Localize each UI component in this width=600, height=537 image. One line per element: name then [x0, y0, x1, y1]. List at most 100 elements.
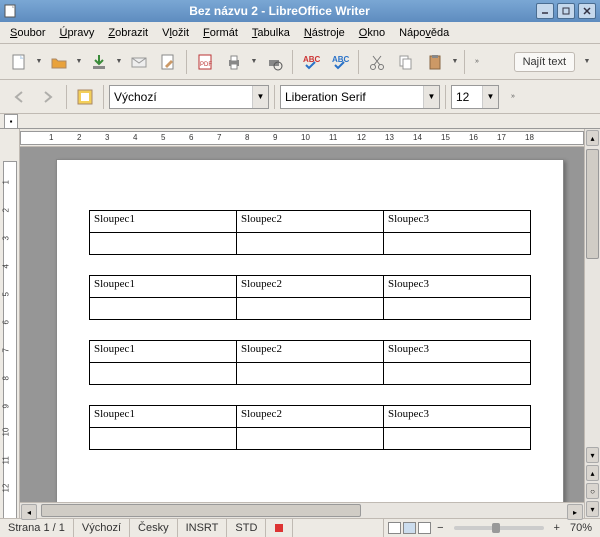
table-cell[interactable]: [384, 363, 531, 385]
styles-button[interactable]: [72, 84, 98, 110]
table-cell[interactable]: [237, 363, 384, 385]
page: Sloupec1Sloupec2Sloupec3Sloupec1Sloupec2…: [56, 159, 564, 502]
table-cell[interactable]: Sloupec1: [90, 341, 237, 363]
table-cell[interactable]: [90, 428, 237, 450]
table-cell[interactable]: Sloupec3: [384, 211, 531, 233]
table-cell[interactable]: Sloupec2: [237, 276, 384, 298]
zoom-out-button[interactable]: −: [435, 519, 445, 537]
horizontal-scrollbar[interactable]: ◂ ▸: [20, 502, 584, 518]
table-cell[interactable]: Sloupec2: [237, 211, 384, 233]
status-page[interactable]: Strana 1 / 1: [0, 519, 74, 537]
document-tab[interactable]: ▪: [4, 114, 18, 128]
status-language[interactable]: Česky: [130, 519, 178, 537]
toolbar-overflow[interactable]: »: [470, 58, 484, 65]
multi-page-icon[interactable]: [403, 522, 416, 534]
new-button[interactable]: [6, 49, 32, 75]
table-cell[interactable]: Sloupec1: [90, 406, 237, 428]
zoom-percent[interactable]: 70%: [562, 519, 600, 537]
table-cell[interactable]: Sloupec3: [384, 276, 531, 298]
scroll-up-button[interactable]: ▴: [586, 130, 599, 146]
paragraph-style-combo[interactable]: Výchozí ▼: [109, 85, 269, 109]
email-button[interactable]: [126, 49, 152, 75]
status-modified[interactable]: [266, 519, 293, 537]
table-cell[interactable]: [384, 233, 531, 255]
ruler-mark: 5: [2, 292, 11, 296]
menu-upravy[interactable]: Úpravy: [53, 25, 100, 41]
table-cell[interactable]: Sloupec3: [384, 406, 531, 428]
ruler-mark: 5: [161, 133, 165, 142]
table-cell[interactable]: [384, 298, 531, 320]
maximize-button[interactable]: [557, 3, 575, 19]
menu-zobrazit[interactable]: Zobrazit: [102, 25, 154, 41]
nav-back-button[interactable]: [6, 84, 32, 110]
single-page-icon[interactable]: [388, 522, 401, 534]
scroll-thumb[interactable]: [586, 149, 599, 259]
table-cell[interactable]: [90, 298, 237, 320]
menu-format[interactable]: Formát: [197, 25, 244, 41]
status-selection[interactable]: STD: [227, 519, 266, 537]
scroll-left-button[interactable]: ◂: [21, 504, 37, 520]
menu-vlozit[interactable]: Vložit: [156, 25, 195, 41]
zoom-slider[interactable]: [454, 526, 544, 530]
export-pdf-button[interactable]: PDF: [192, 49, 218, 75]
minimize-button[interactable]: [536, 3, 554, 19]
ruler-mark: 7: [2, 348, 11, 352]
table-cell[interactable]: Sloupec2: [237, 406, 384, 428]
table-cell[interactable]: [237, 428, 384, 450]
menu-soubor[interactable]: Soubor: [4, 25, 51, 41]
new-dropdown[interactable]: ▼: [35, 58, 43, 65]
autospell-button[interactable]: ABC: [327, 49, 353, 75]
print-dropdown[interactable]: ▼: [250, 58, 258, 65]
menu-napoveda[interactable]: Nápověda: [393, 25, 455, 41]
scroll-down-button[interactable]: ▾: [586, 447, 599, 463]
menu-okno[interactable]: Okno: [353, 25, 391, 41]
status-insert[interactable]: INSRT: [178, 519, 228, 537]
paste-dropdown[interactable]: ▼: [451, 58, 459, 65]
table-cell[interactable]: Sloupec1: [90, 211, 237, 233]
table-cell[interactable]: [384, 428, 531, 450]
font-size-combo[interactable]: 12 ▼: [451, 85, 499, 109]
book-icon[interactable]: [418, 522, 431, 534]
find-text-box[interactable]: Najít text: [514, 52, 575, 72]
ruler-mark: 17: [497, 133, 506, 142]
paste-button[interactable]: [422, 49, 448, 75]
spellcheck-button[interactable]: ABC: [298, 49, 324, 75]
save-dropdown[interactable]: ▼: [115, 58, 123, 65]
zoom-in-button[interactable]: +: [552, 519, 562, 537]
edit-button[interactable]: [155, 49, 181, 75]
document-table[interactable]: Sloupec1Sloupec2Sloupec3: [89, 340, 531, 385]
status-style[interactable]: Výchozí: [74, 519, 130, 537]
table-cell[interactable]: Sloupec2: [237, 341, 384, 363]
view-layout-buttons[interactable]: [384, 522, 435, 534]
menu-nastroje[interactable]: Nástroje: [298, 25, 351, 41]
scroll-thumb[interactable]: [41, 504, 361, 517]
table-cell[interactable]: Sloupec3: [384, 341, 531, 363]
print-preview-button[interactable]: [261, 49, 287, 75]
open-button[interactable]: [46, 49, 72, 75]
formatting-overflow[interactable]: »: [506, 93, 520, 100]
nav-prev-button[interactable]: ▴: [586, 465, 599, 481]
table-cell[interactable]: Sloupec1: [90, 276, 237, 298]
document-table[interactable]: Sloupec1Sloupec2Sloupec3: [89, 405, 531, 450]
scroll-right-button[interactable]: ▸: [567, 504, 583, 520]
font-name-combo[interactable]: Liberation Serif ▼: [280, 85, 440, 109]
table-cell[interactable]: [90, 233, 237, 255]
open-dropdown[interactable]: ▼: [75, 58, 83, 65]
find-overflow[interactable]: ▼: [580, 58, 594, 65]
table-cell[interactable]: [90, 363, 237, 385]
cut-button[interactable]: [364, 49, 390, 75]
document-table[interactable]: Sloupec1Sloupec2Sloupec3: [89, 275, 531, 320]
table-cell[interactable]: [237, 233, 384, 255]
vertical-scrollbar[interactable]: ▴ ▾ ▴ ○ ▾: [584, 129, 600, 518]
save-button[interactable]: [86, 49, 112, 75]
copy-button[interactable]: [393, 49, 419, 75]
document-canvas[interactable]: Sloupec1Sloupec2Sloupec3Sloupec1Sloupec2…: [20, 147, 584, 502]
nav-next-button[interactable]: ▾: [586, 501, 599, 517]
nav-object-button[interactable]: ○: [586, 483, 599, 499]
table-cell[interactable]: [237, 298, 384, 320]
nav-forward-button[interactable]: [35, 84, 61, 110]
close-button[interactable]: [578, 3, 596, 19]
print-button[interactable]: [221, 49, 247, 75]
menu-tabulka[interactable]: Tabulka: [246, 25, 296, 41]
document-table[interactable]: Sloupec1Sloupec2Sloupec3: [89, 210, 531, 255]
